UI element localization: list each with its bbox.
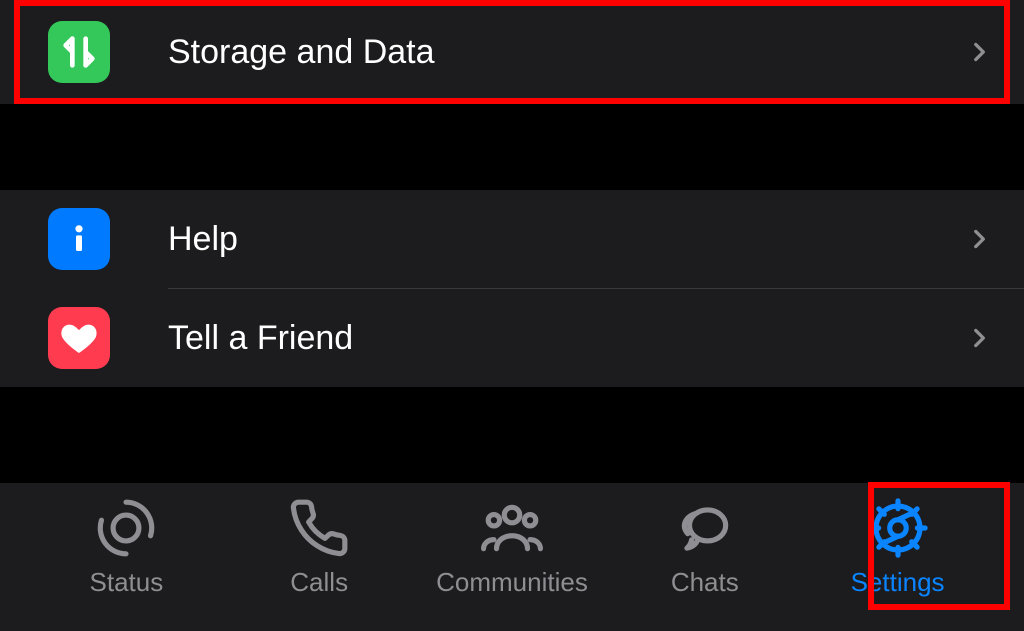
phone-icon	[288, 497, 350, 559]
tell-a-friend-label: Tell a Friend	[168, 319, 966, 358]
tab-chats[interactable]: Chats	[620, 497, 790, 598]
heart-icon	[48, 307, 110, 369]
tab-status-label: Status	[90, 567, 164, 598]
tab-communities-label: Communities	[436, 567, 588, 598]
help-item[interactable]: Help	[0, 190, 1024, 288]
settings-section-help: Help Tell a Friend	[0, 190, 1024, 387]
tab-status[interactable]: Status	[41, 497, 211, 598]
tab-communities[interactable]: Communities	[427, 497, 597, 598]
highlight-settings	[868, 482, 1010, 610]
chats-icon	[674, 497, 736, 559]
help-label: Help	[168, 220, 966, 259]
chevron-right-icon	[966, 226, 992, 252]
highlight-storage	[14, 0, 1010, 104]
section-gap	[0, 104, 1024, 190]
communities-icon	[481, 497, 543, 559]
status-icon	[95, 497, 157, 559]
tell-a-friend-item[interactable]: Tell a Friend	[0, 289, 1024, 387]
chevron-right-icon	[966, 325, 992, 351]
tab-calls[interactable]: Calls	[234, 497, 404, 598]
info-icon	[48, 208, 110, 270]
tab-calls-label: Calls	[290, 567, 348, 598]
tab-chats-label: Chats	[671, 567, 739, 598]
